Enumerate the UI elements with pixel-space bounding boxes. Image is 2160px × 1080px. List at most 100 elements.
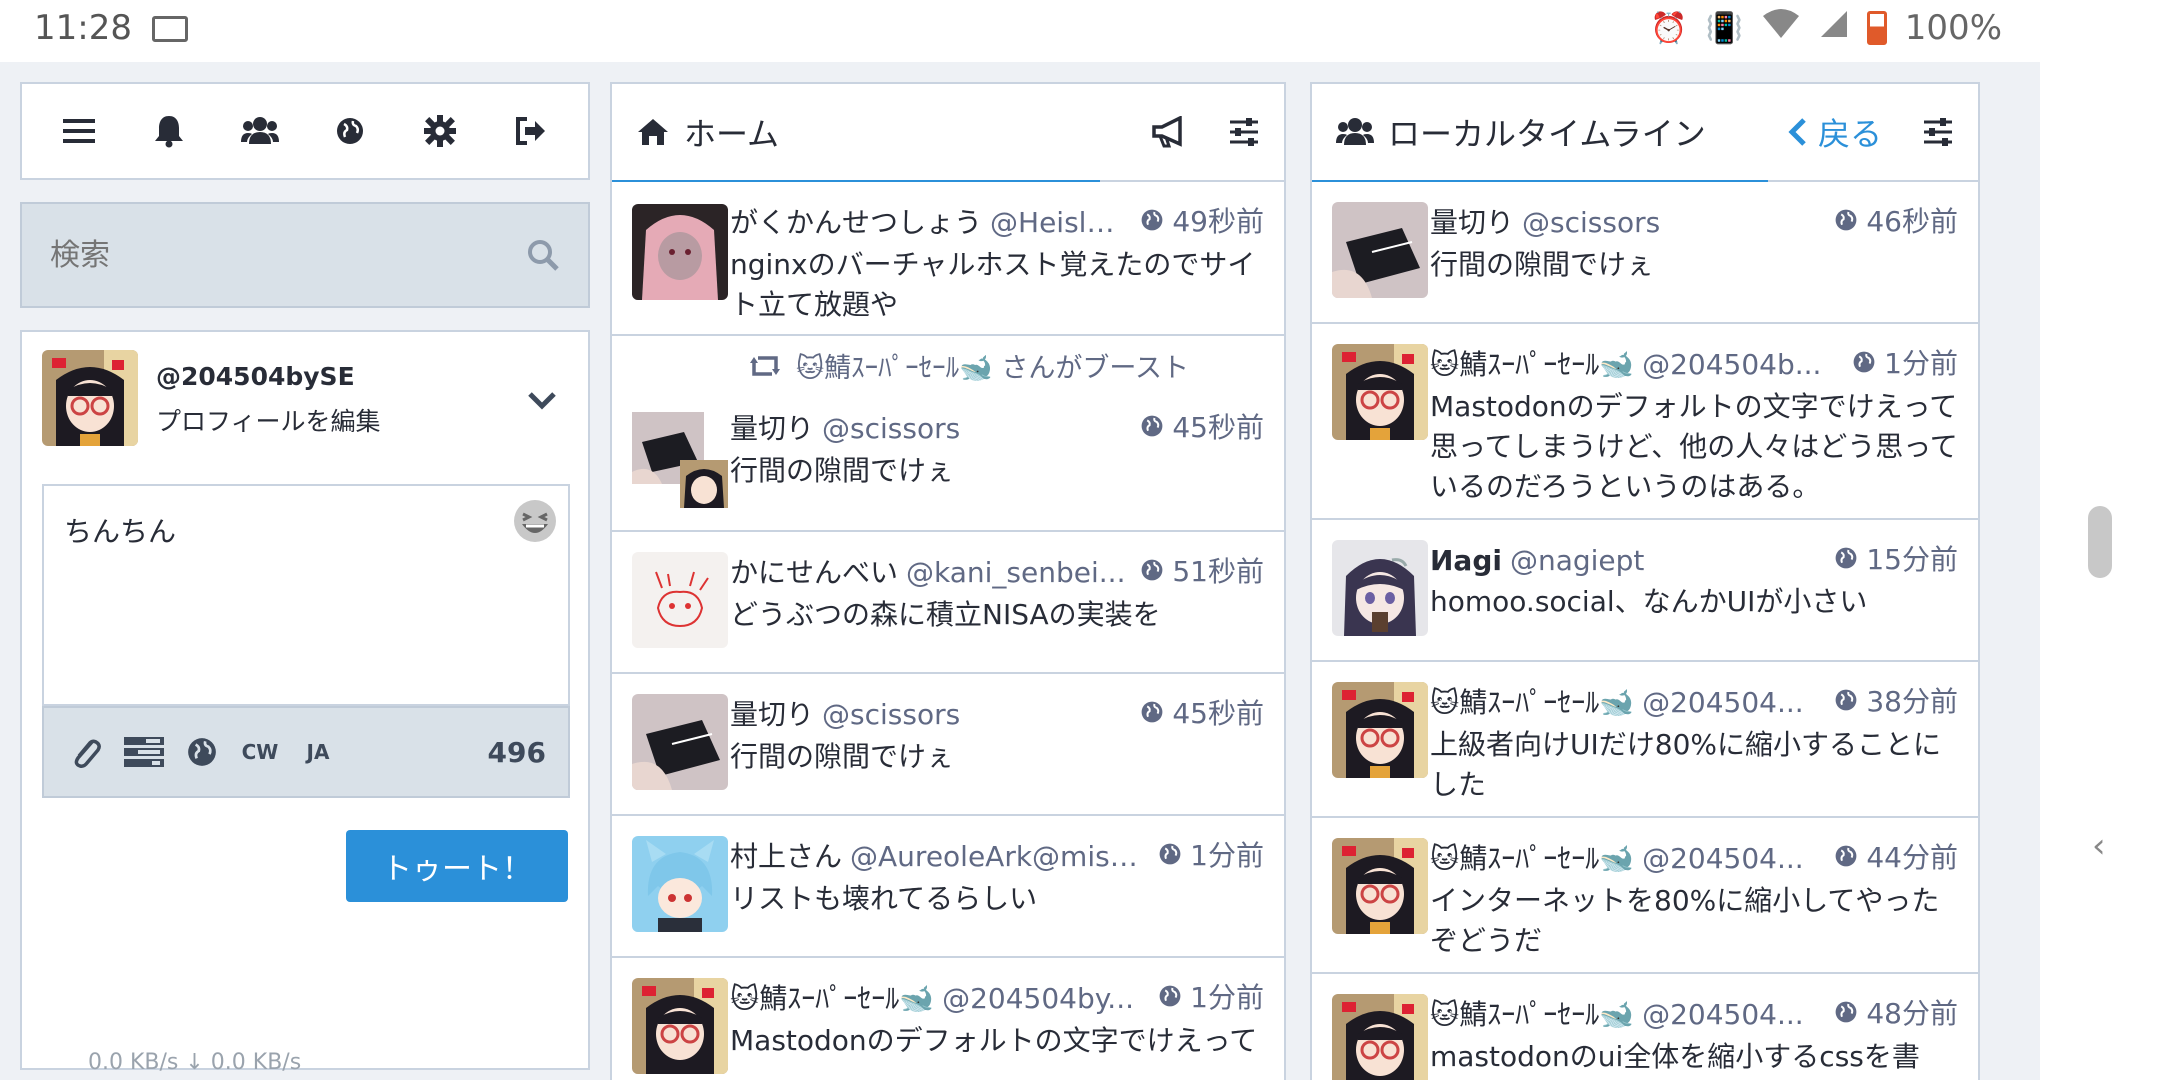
account-name[interactable]: @Heislan... — [990, 206, 1130, 239]
compose-textarea[interactable]: ちんちん — [42, 484, 570, 706]
toot-button[interactable]: トゥート！ — [346, 830, 568, 902]
account-name[interactable]: @AureoleArk@missk... — [850, 840, 1148, 873]
status-item[interactable]: 🐱鯖ｽｰﾊﾟｰｾｰﾙ🐋 @204504... 38分前 上級者向けUIだけ80%… — [1312, 662, 1978, 818]
status-time[interactable]: 1分前 — [1852, 342, 1958, 382]
account-name[interactable]: @204504... — [1642, 686, 1824, 719]
local-timeline-button[interactable] — [230, 101, 290, 161]
status-item[interactable]: 🐱鯖ｽｰﾊﾟｰｾｰﾙ🐋 さんがブースト 量切り @scissors 45秒前 行… — [612, 336, 1284, 532]
account-name[interactable]: @scissors — [822, 698, 1130, 731]
status-item[interactable]: 量切り @scissors 46秒前 行間の隙間でけぇ — [1312, 182, 1978, 324]
status-time[interactable]: 38分前 — [1834, 680, 1958, 720]
chevron-left-icon[interactable]: ‹ — [2092, 826, 2106, 866]
account-name[interactable]: @204504... — [1642, 998, 1824, 1031]
status-item[interactable]: 村上さん @AureoleArk@missk... 1分前 リストも壊れてるらし… — [612, 816, 1284, 958]
display-name[interactable]: 🐱鯖ｽｰﾊﾟｰｾｰﾙ🐋 — [730, 977, 934, 1017]
poll-button[interactable] — [124, 732, 164, 772]
status-item[interactable]: 🐱鯖ｽｰﾊﾟｰｾｰﾙ🐋 @204504by... 1分前 Mastodonのデフ… — [612, 958, 1284, 1080]
status-item[interactable]: がくかんせつしょう @Heislan... 49秒前 nginxのバーチャルホス… — [612, 182, 1284, 336]
account-name[interactable]: @scissors — [1522, 206, 1824, 239]
display-name[interactable]: 量切り — [730, 407, 814, 447]
account-name[interactable]: @nagiept — [1510, 544, 1824, 577]
status-content: 行間の隙間でけぇ — [730, 740, 955, 773]
chevron-down-icon[interactable] — [522, 380, 562, 420]
emoji-picker-button[interactable] — [512, 498, 558, 544]
avatar[interactable] — [632, 552, 728, 648]
status-item[interactable]: 量切り @scissors 45秒前 行間の隙間でけぇ — [612, 674, 1284, 816]
status-item[interactable]: 🐱鯖ｽｰﾊﾟｰｾｰﾙ🐋 @204504... 48分前 mastodonのui全… — [1312, 974, 1978, 1080]
sign-out-icon — [515, 117, 545, 145]
status-time[interactable]: 45秒前 — [1140, 692, 1264, 732]
home-column-header[interactable]: ホーム — [612, 84, 1284, 182]
avatar[interactable] — [42, 350, 138, 446]
boosted-avatars[interactable] — [632, 412, 728, 508]
avatar[interactable] — [1332, 838, 1428, 934]
display-name[interactable]: 🐱鯖ｽｰﾊﾟｰｾｰﾙ🐋 — [1430, 681, 1634, 721]
compose-text[interactable]: ちんちん — [64, 510, 176, 550]
avatar[interactable] — [1332, 994, 1428, 1080]
logout-button[interactable] — [501, 101, 561, 161]
status-time[interactable]: 45秒前 — [1140, 406, 1264, 446]
status-content: 行間の隙間でけぇ — [1430, 248, 1655, 281]
avatar[interactable] — [1332, 344, 1428, 440]
sliders-icon[interactable] — [1922, 117, 1954, 147]
visibility-button[interactable] — [182, 732, 222, 772]
home-column: ホーム がくかんせつしょう @Heislan... 49秒前 nginxのバーチ… — [610, 82, 1286, 1080]
account-name[interactable]: @204504by... — [942, 982, 1148, 1015]
account-name[interactable]: @scissors — [822, 412, 1130, 445]
megaphone-icon[interactable] — [1152, 116, 1188, 148]
column-title: ローカルタイムライン — [1388, 115, 1706, 153]
display-name[interactable]: 🐱鯖ｽｰﾊﾟｰｾｰﾙ🐋 — [1430, 837, 1634, 877]
preferences-button[interactable] — [410, 101, 470, 161]
globe-icon — [1159, 843, 1181, 865]
local-column-header[interactable]: ローカルタイムライン 戻る — [1312, 84, 1978, 182]
notifications-button[interactable] — [139, 101, 199, 161]
avatar[interactable] — [1332, 202, 1428, 298]
account-name[interactable]: @204504... — [1642, 842, 1824, 875]
globe-icon — [1141, 701, 1163, 723]
account-handle[interactable]: @204504bySE — [156, 362, 355, 391]
display-name[interactable]: がくかんせつしょう — [730, 201, 982, 241]
status-item[interactable]: 🐱鯖ｽｰﾊﾟｰｾｰﾙ🐋 @204504... 44分前 インターネットを80%に… — [1312, 818, 1978, 974]
clock: 11:28 — [34, 8, 132, 48]
status-time[interactable]: 51秒前 — [1140, 550, 1264, 590]
status-time[interactable]: 1分前 — [1158, 976, 1264, 1016]
account-name[interactable]: @204504b... — [1642, 348, 1842, 381]
avatar[interactable] — [632, 694, 728, 790]
display-name[interactable]: 量切り — [730, 693, 814, 733]
status-time[interactable]: 15分前 — [1834, 538, 1958, 578]
status-time[interactable]: 46秒前 — [1834, 200, 1958, 240]
avatar[interactable] — [632, 836, 728, 932]
back-button[interactable]: 戻る — [1788, 109, 1882, 155]
avatar[interactable] — [1332, 682, 1428, 778]
account-name[interactable]: @kani_senbei... — [906, 556, 1130, 589]
language-button[interactable]: JA — [298, 732, 338, 772]
account-header: @204504bySE プロフィールを編集 — [42, 350, 572, 450]
menu-button[interactable] — [49, 101, 109, 161]
content-warning-button[interactable]: CW — [240, 732, 280, 772]
avatar[interactable] — [632, 204, 728, 300]
scrollbar-thumb[interactable] — [2088, 506, 2112, 578]
display-name[interactable]: Иagi — [1430, 544, 1502, 577]
vibrate-icon: 📳 — [1705, 10, 1743, 46]
display-name[interactable]: 🐱鯖ｽｰﾊﾟｰｾｰﾙ🐋 — [1430, 343, 1634, 383]
globe-icon — [1835, 1001, 1857, 1023]
federated-timeline-button[interactable] — [320, 101, 380, 161]
attach-button[interactable] — [66, 732, 106, 772]
status-item[interactable]: かにせんべい @kani_senbei... 51秒前 どうぶつの森に積立NIS… — [612, 532, 1284, 674]
boost-text[interactable]: 🐱鯖ｽｰﾊﾟｰｾｰﾙ🐋 さんがブースト — [796, 346, 1189, 385]
display-name[interactable]: かにせんべい — [730, 551, 898, 591]
edit-profile-link[interactable]: プロフィールを編集 — [156, 402, 381, 438]
status-item[interactable]: 🐱鯖ｽｰﾊﾟｰｾｰﾙ🐋 @204504b... 1分前 Mastodonのデフォ… — [1312, 324, 1978, 520]
search-input[interactable] — [50, 237, 526, 273]
avatar[interactable] — [1332, 540, 1428, 636]
status-time[interactable]: 1分前 — [1158, 834, 1264, 874]
display-name[interactable]: 村上さん — [730, 835, 842, 875]
status-time[interactable]: 49秒前 — [1140, 200, 1264, 240]
display-name[interactable]: 🐱鯖ｽｰﾊﾟｰｾｰﾙ🐋 — [1430, 993, 1634, 1033]
status-time[interactable]: 48分前 — [1834, 992, 1958, 1032]
display-name[interactable]: 量切り — [1430, 201, 1514, 241]
avatar[interactable] — [632, 978, 728, 1074]
sliders-icon[interactable] — [1228, 117, 1260, 147]
status-time[interactable]: 44分前 — [1834, 836, 1958, 876]
status-item[interactable]: Иagi @nagiept 15分前 homoo.social、なんかUIが小さ… — [1312, 520, 1978, 662]
